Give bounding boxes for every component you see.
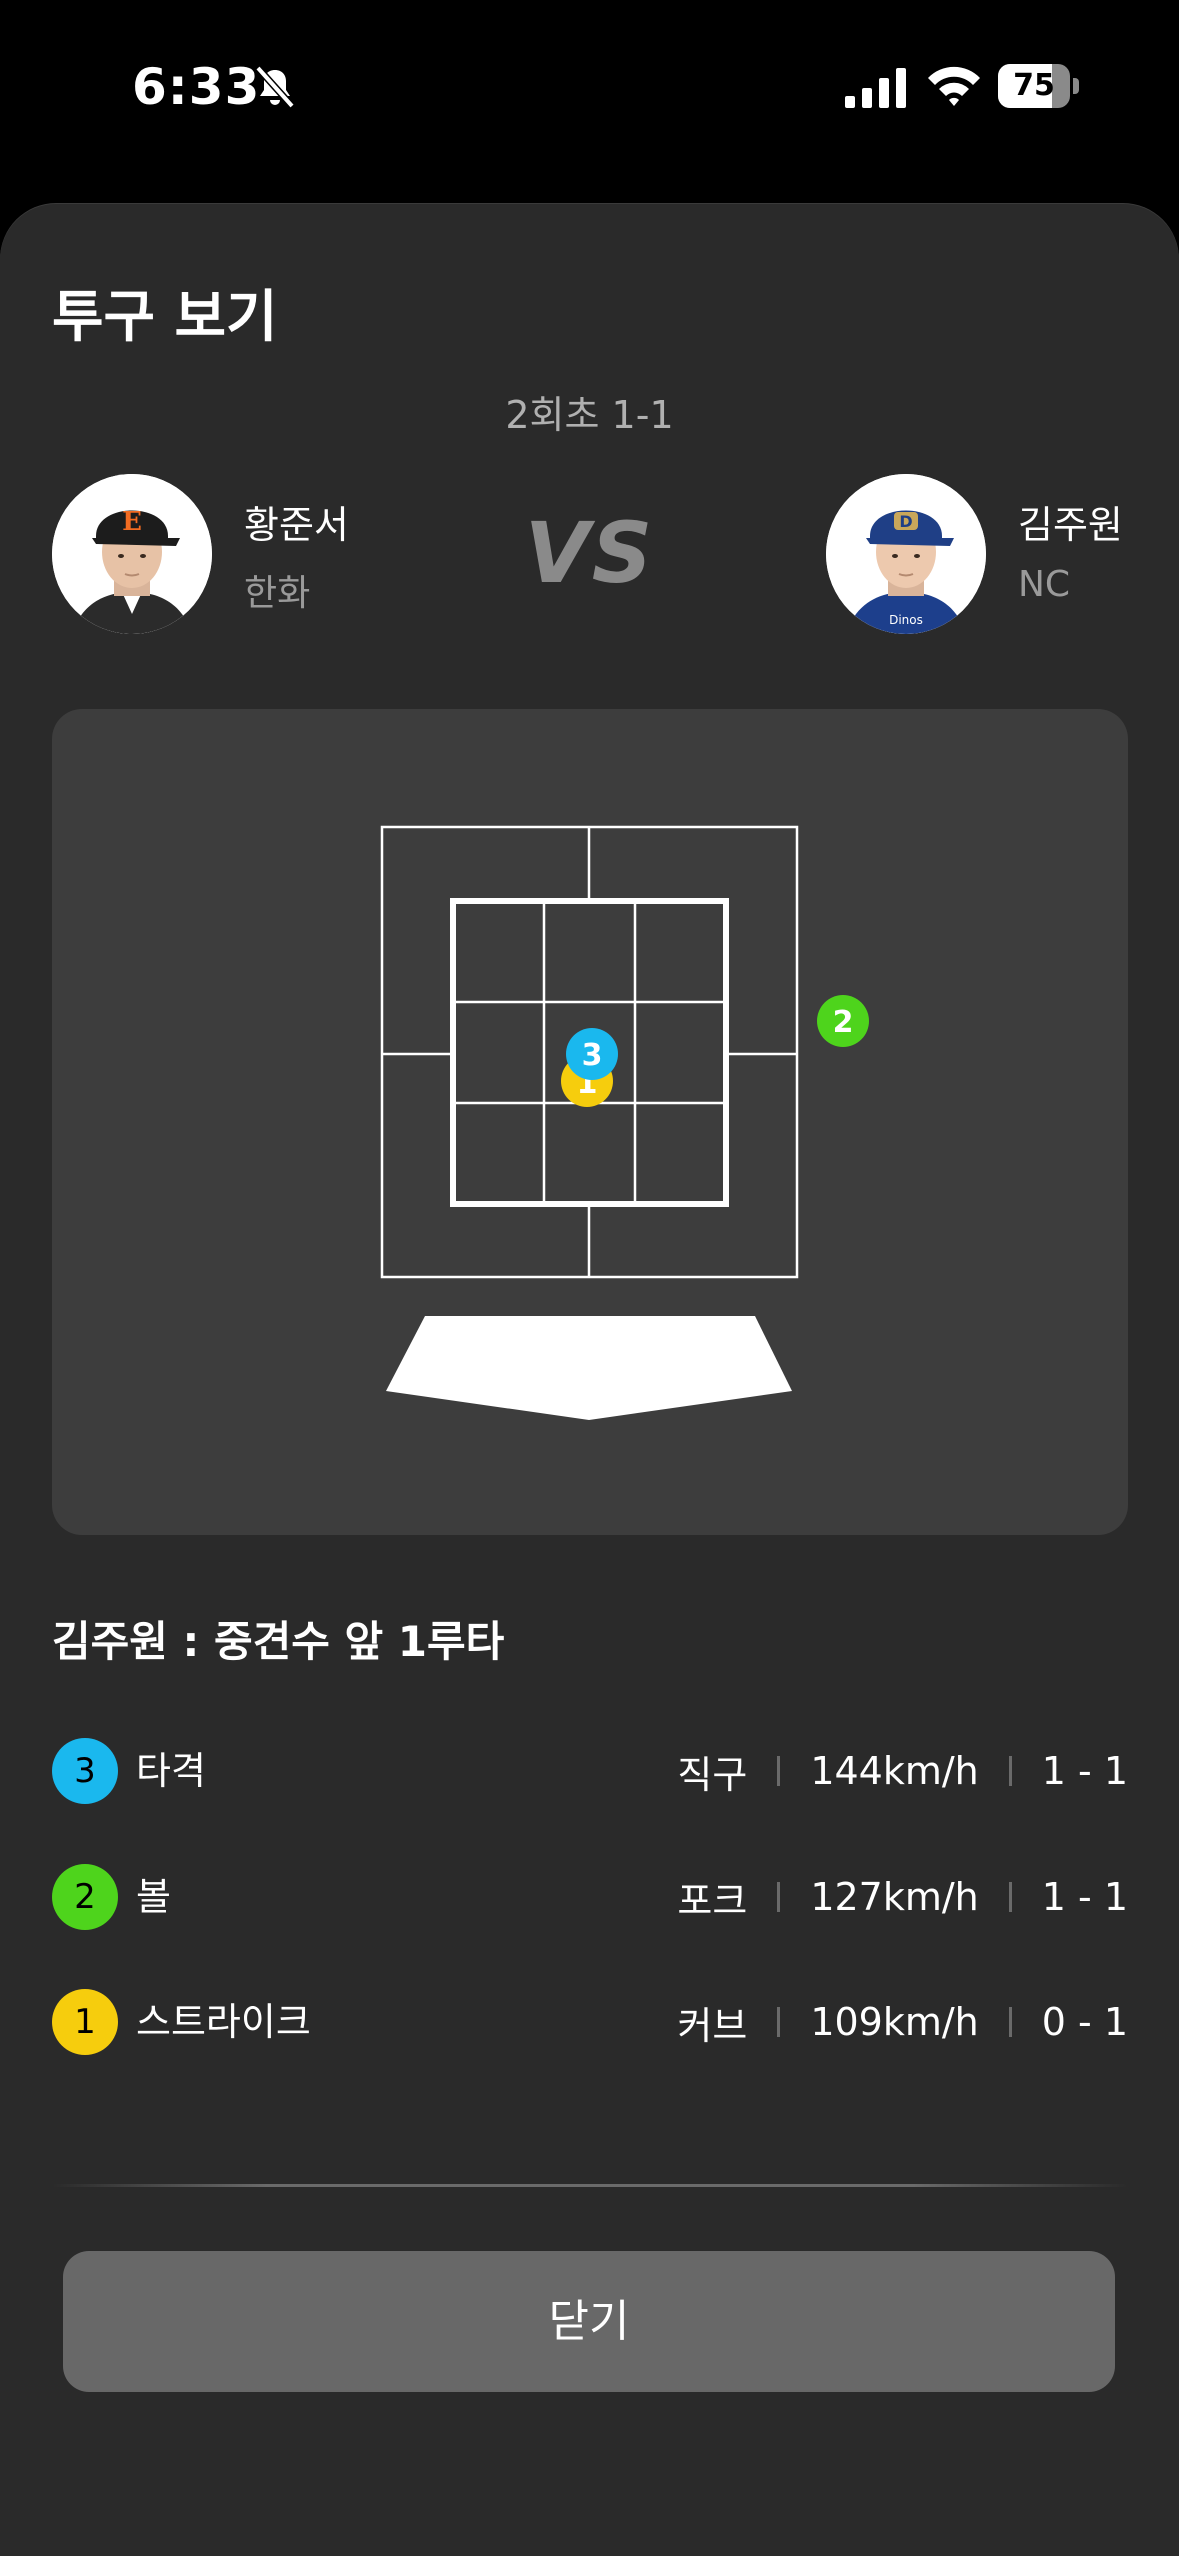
separator: [1008, 2007, 1012, 2037]
svg-text:D: D: [899, 512, 912, 531]
pitch-count: 1 - 1: [1041, 1749, 1128, 1793]
strike-zone-chart: 1 3 2: [380, 825, 869, 1420]
pitch-speed: 109km/h: [810, 2000, 979, 2044]
bell-slash-icon: [255, 65, 295, 109]
battery-icon: 75: [998, 64, 1080, 108]
pitch-row: 2 볼 포크 127km/h 1 - 1: [52, 1862, 1128, 1932]
pitch-marker-2-label: 2: [833, 1005, 854, 1040]
battery-percent: 75: [1013, 68, 1055, 103]
batter-name: 김주원: [1018, 503, 1123, 547]
pitch-result: 볼: [136, 1875, 171, 1919]
pitch-count: 0 - 1: [1041, 2000, 1128, 2044]
inning-label: 2회초 1-1: [505, 393, 674, 437]
pitch-number-badge: 1: [52, 1989, 118, 2055]
pitch-type: 포크: [677, 1878, 748, 1923]
pitch-result: 스트라이크: [136, 2000, 311, 2044]
batter-info: D Dinos 김주원 NC: [826, 474, 1166, 634]
pitch-marker-3-label: 3: [582, 1038, 603, 1073]
separator: [777, 1756, 781, 1786]
pitch-marker-3[interactable]: 3: [566, 1028, 618, 1080]
pitch-type: 커브: [677, 2003, 748, 2048]
batter-avatar: D Dinos: [826, 474, 986, 634]
batter-team: NC: [1018, 564, 1071, 605]
close-button[interactable]: 닫기: [63, 2251, 1115, 2392]
separator: [777, 1882, 781, 1912]
pitch-number-badge: 2: [52, 1864, 118, 1930]
pitch-result: 타격: [136, 1749, 206, 1793]
at-bat-result: 김주원 : 중견수 앞 1루타: [52, 1617, 505, 1666]
wifi-icon: [928, 66, 980, 106]
pitch-number-badge: 3: [52, 1738, 118, 1804]
pitch-type: 직구: [677, 1752, 748, 1797]
divider: [52, 2184, 1128, 2187]
pitch-marker-2[interactable]: 2: [817, 995, 869, 1047]
status-bar: 6:33 75: [0, 0, 1179, 180]
pitch-speed: 127km/h: [810, 1875, 979, 1919]
home-plate: [386, 1316, 792, 1420]
cellular-signal-icon: [845, 68, 906, 108]
pitch-row: 1 스트라이크 커브 109km/h 0 - 1: [52, 1987, 1128, 2057]
pitch-count: 1 - 1: [1041, 1875, 1128, 1919]
strike-zone-panel: 1 3 2: [52, 709, 1128, 1535]
pitch-row: 3 타격 직구 144km/h 1 - 1: [52, 1736, 1128, 1806]
status-time: 6:33: [132, 58, 261, 116]
svg-text:Dinos: Dinos: [889, 613, 923, 627]
pitch-speed: 144km/h: [810, 1749, 979, 1793]
separator: [1008, 1756, 1012, 1786]
pitch-view-sheet: 투구 보기 2회초 1-1 E 황준서 한화 VS D Dinos 김주원 NC…: [0, 204, 1179, 2556]
sheet-title: 투구 보기: [52, 285, 278, 350]
separator: [777, 2007, 781, 2037]
separator: [1008, 1882, 1012, 1912]
